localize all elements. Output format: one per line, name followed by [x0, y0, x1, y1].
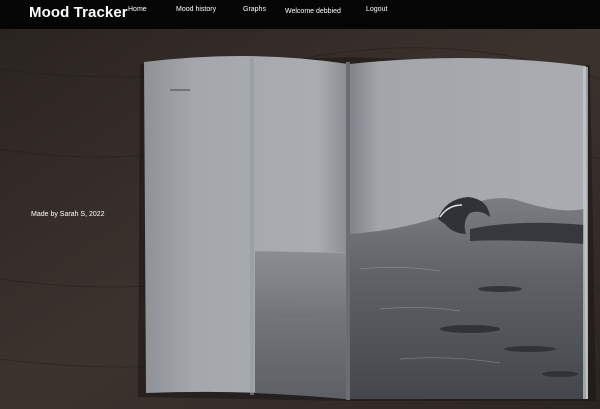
nav-link-mood-history[interactable]: Mood history — [176, 6, 216, 13]
navbar: Mood Tracker Home Mood history Graphs We… — [0, 0, 600, 29]
sea-photo-left — [255, 251, 346, 399]
nav-link-graphs[interactable]: Graphs — [243, 6, 266, 13]
page: Mood Tracker Home Mood history Graphs We… — [0, 0, 600, 409]
welcome-message: Welcome debbied — [285, 8, 341, 15]
hero-background-image — [0, 29, 600, 409]
nav-link-home[interactable]: Home — [128, 6, 147, 13]
brand-title[interactable]: Mood Tracker — [29, 4, 128, 21]
footer-credit: Made by Sarah S, 2022 — [31, 211, 105, 218]
nav-link-logout[interactable]: Logout — [366, 6, 387, 13]
